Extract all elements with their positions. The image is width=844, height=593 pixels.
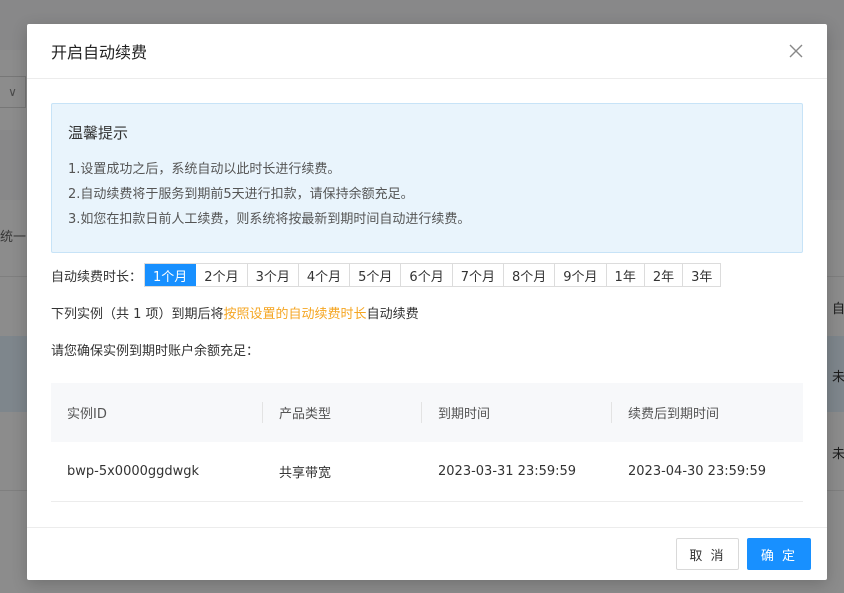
duration-option-2m[interactable]: 2个月: [196, 264, 248, 286]
duration-row: 自动续费时长： 1个月 2个月 3个月 4个月 5个月 6个月 7个月 8个月 …: [51, 263, 722, 287]
cancel-button[interactable]: 取 消: [676, 538, 739, 570]
notice-title: 温馨提示: [68, 124, 129, 142]
duration-option-3m[interactable]: 3个月: [247, 264, 299, 286]
column-header-label: 实例ID: [67, 407, 107, 422]
renew-description-suffix: 自动续费: [366, 307, 419, 322]
cell-expire-time: 2023-03-31 23:59:59: [438, 464, 577, 479]
instance-table: 实例ID 产品类型 到期时间 续费后到期时间 bwp-5x0000ggdwgk …: [51, 383, 803, 502]
duration-options: 1个月 2个月 3个月 4个月 5个月 6个月 7个月 8个月 9个月 1年 2…: [144, 263, 722, 287]
duration-option-8m[interactable]: 8个月: [503, 264, 556, 286]
duration-option-1m[interactable]: 1个月: [145, 264, 197, 286]
column-header-label: 产品类型: [279, 407, 332, 422]
close-button[interactable]: [785, 40, 807, 62]
notice-line: 2.自动续费将于服务到期前5天进行扣款，请保持余额充足。: [68, 187, 414, 202]
column-header-label: 到期时间: [438, 407, 491, 422]
duration-option-6m[interactable]: 6个月: [401, 264, 453, 286]
column-header-label: 续费后到期时间: [628, 407, 720, 422]
duration-option-5m[interactable]: 5个月: [350, 264, 402, 286]
duration-option-9m[interactable]: 9个月: [555, 264, 607, 286]
cell-product-type: 共享带宽: [279, 466, 332, 481]
column-header-renewed-expire-time: 续费后到期时间: [612, 383, 803, 442]
balance-note: 请您确保实例到期时账户余额充足：: [51, 344, 260, 359]
renew-description: 下列实例（共 1 项）到期后将按照设置的自动续费时长自动续费: [51, 303, 419, 322]
notice-line: 3.如您在扣款日前人工续费，则系统将按最新到期时间自动进行续费。: [68, 212, 471, 227]
cell-renewed-expire-time: 2023-04-30 23:59:59: [628, 464, 767, 479]
close-icon: [789, 44, 803, 58]
notice-line: 1.设置成功之后，系统自动以此时长进行续费。: [68, 162, 341, 177]
cell-instance-id: bwp-5x0000ggdwgk: [67, 464, 200, 479]
duration-option-3y[interactable]: 3年: [683, 264, 721, 286]
renew-description-highlight: 按照设置的自动续费时长: [223, 307, 367, 322]
confirm-button[interactable]: 确 定: [747, 538, 811, 570]
notice-box: 温馨提示 1.设置成功之后，系统自动以此时长进行续费。 2.自动续费将于服务到期…: [51, 103, 803, 253]
duration-option-7m[interactable]: 7个月: [452, 264, 504, 286]
duration-option-2y[interactable]: 2年: [644, 264, 684, 286]
dialog-title: 开启自动续费: [51, 43, 148, 62]
dialog-header: 开启自动续费: [27, 24, 827, 79]
table-header: 实例ID 产品类型 到期时间 续费后到期时间: [51, 383, 803, 442]
column-header-expire-time: 到期时间: [422, 383, 612, 442]
duration-option-4m[interactable]: 4个月: [298, 264, 351, 286]
dialog-footer: 取 消 确 定: [27, 527, 827, 580]
table-row: bwp-5x0000ggdwgk 共享带宽 2023-03-31 23:59:5…: [51, 442, 803, 502]
duration-label: 自动续费时长：: [51, 269, 143, 285]
column-header-instance-id: 实例ID: [51, 383, 263, 442]
duration-option-1y[interactable]: 1年: [606, 264, 645, 286]
renew-description-prefix: 下列实例（共 1 项）到期后将: [51, 307, 224, 322]
column-header-product-type: 产品类型: [263, 383, 422, 442]
auto-renew-dialog: 开启自动续费 温馨提示 1.设置成功之后，系统自动以此时长进行续费。 2.自动续…: [27, 24, 827, 580]
